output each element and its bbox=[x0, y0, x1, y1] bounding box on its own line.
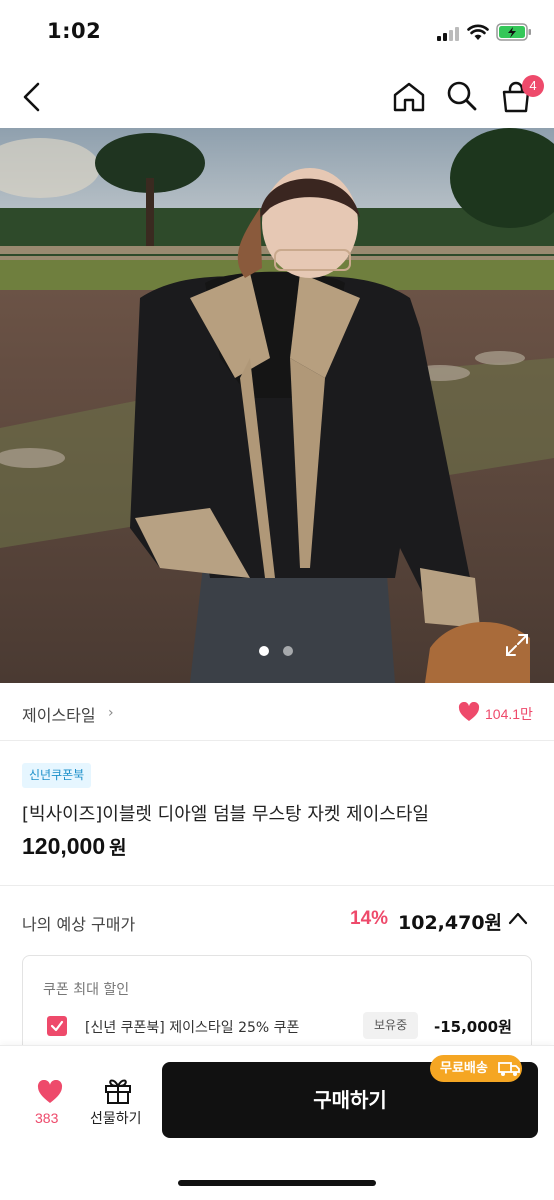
pagination-dot[interactable] bbox=[283, 646, 293, 656]
coupon-owned-tag: 보유중 bbox=[363, 1012, 419, 1039]
search-icon[interactable] bbox=[446, 80, 478, 112]
cellular-signal-icon bbox=[437, 27, 459, 41]
truck-icon bbox=[498, 1062, 520, 1076]
expected-price: 102,470원 bbox=[398, 912, 503, 934]
heart-icon[interactable] bbox=[458, 702, 480, 722]
product-photo bbox=[0, 128, 554, 683]
like-count: 383 bbox=[35, 1110, 59, 1126]
coupon-amount: -15,000원 bbox=[434, 1018, 512, 1036]
brand-like-count: 104.1만 bbox=[485, 706, 533, 722]
brand-name[interactable]: 제이스타일 bbox=[22, 702, 96, 726]
coupon-checkbox[interactable] bbox=[47, 1016, 67, 1036]
coupon-book-badge: 신년쿠폰북 bbox=[22, 763, 92, 788]
product-image[interactable] bbox=[0, 128, 554, 683]
product-title: [빅사이즈]이블렛 디아엘 덤블 무스탕 자켓 제이스타일 bbox=[22, 804, 429, 825]
image-pagination bbox=[259, 646, 293, 656]
battery-charging-icon bbox=[496, 23, 531, 41]
divider bbox=[0, 885, 554, 886]
status-bar: 1:02 bbox=[0, 0, 554, 66]
price-unit: 원 bbox=[109, 837, 127, 859]
pagination-dot-active[interactable] bbox=[259, 646, 269, 656]
gift-label[interactable]: 선물하기 bbox=[90, 1108, 142, 1128]
cart-count-badge: 4 bbox=[522, 75, 544, 97]
back-arrow-icon[interactable] bbox=[18, 80, 48, 114]
status-time: 1:02 bbox=[47, 19, 102, 43]
expand-fullscreen-icon[interactable] bbox=[505, 633, 529, 657]
coupon-name: [신년 쿠폰북] 제이스타일 25% 쿠폰 bbox=[85, 1020, 300, 1036]
home-icon[interactable] bbox=[392, 81, 426, 113]
price-value: 120,000 bbox=[22, 833, 106, 859]
chevron-up-icon[interactable] bbox=[508, 911, 528, 925]
wifi-icon bbox=[467, 24, 489, 40]
home-indicator[interactable] bbox=[178, 1180, 376, 1186]
brand-row[interactable]: 제이스타일 › 104.1만 bbox=[0, 683, 554, 741]
chevron-right-icon: › bbox=[108, 705, 114, 721]
gift-icon[interactable] bbox=[103, 1075, 133, 1105]
expected-price-label: 나의 예상 구매가 bbox=[22, 915, 136, 934]
coupon-heading: 쿠폰 최대 할인 bbox=[43, 982, 130, 998]
product-price: 120,000 원 bbox=[22, 833, 127, 860]
top-navigation bbox=[0, 66, 554, 128]
like-heart-icon[interactable] bbox=[37, 1080, 63, 1104]
expected-discount-rate: 14% bbox=[350, 908, 389, 929]
